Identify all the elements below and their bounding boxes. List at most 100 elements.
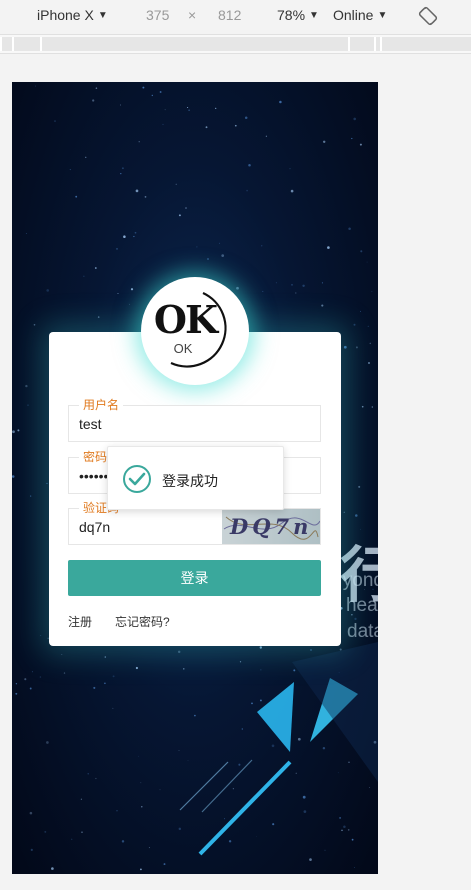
star [116,810,118,812]
star [265,135,268,137]
star [367,325,369,328]
success-toast: 登录成功 [107,446,284,510]
star [351,137,353,140]
star [140,868,142,871]
star [238,763,241,766]
star [69,169,71,171]
password-input[interactable]: •••••• [79,468,108,484]
star [339,816,342,819]
star [309,858,312,861]
star [30,848,33,851]
star [104,682,106,685]
star [366,261,368,263]
star [178,749,180,751]
star [260,245,263,247]
star [177,650,181,654]
username-input[interactable]: test [79,416,102,432]
star [93,686,96,689]
star [275,282,277,284]
star [221,254,225,257]
star [162,123,164,125]
star [178,827,182,831]
star [327,246,330,249]
star [295,292,297,294]
star [262,290,264,292]
star [347,829,350,831]
star [63,672,66,674]
background-text-1: yond [342,570,378,591]
star [246,189,248,192]
star [83,275,85,277]
star [39,676,42,678]
star [343,825,346,828]
star [295,772,297,774]
star [29,811,33,815]
star [354,867,355,868]
star [353,323,356,326]
star [46,482,48,484]
star [29,687,32,690]
network-select[interactable]: Online ▼ [333,7,387,23]
star [119,104,122,106]
star [120,172,122,175]
star [75,195,78,198]
device-select[interactable]: iPhone X ▼ [37,7,108,23]
register-link[interactable]: 注册 [68,613,92,630]
forgot-password-link[interactable]: 忘记密码? [115,613,170,630]
star [34,85,37,87]
star [54,120,56,122]
username-field[interactable]: 用户名 test [68,398,321,442]
star [188,109,190,111]
star [354,617,357,621]
devtools-toolbar: iPhone X ▼ 375 × 812 78% ▼ Online ▼ [0,0,471,32]
star [30,495,32,497]
star [46,289,50,292]
star [224,818,226,820]
star [112,707,114,709]
rotate-icon[interactable] [418,6,438,26]
star [95,777,97,780]
star [239,661,242,663]
captcha-input[interactable]: dq7n [79,519,110,535]
star [15,692,18,695]
star [321,282,323,284]
star [289,168,291,170]
width-input[interactable]: 375 [146,7,169,23]
star [97,316,100,318]
star [194,714,196,717]
captcha-field[interactable]: 验证码 dq7n DQ7n [68,501,321,545]
star [255,836,257,837]
star [141,806,143,808]
star [133,235,135,238]
login-button[interactable]: 登录 [68,560,321,596]
media-query-ruler[interactable] [0,34,471,54]
star [244,116,248,119]
star [293,669,296,672]
star [87,773,89,775]
star [27,404,29,406]
chevron-down-icon: ▼ [377,9,388,21]
height-input[interactable]: 812 [218,7,241,23]
star [94,267,97,269]
times-separator: × [188,7,197,23]
star [85,156,87,158]
star [205,126,208,129]
star [339,648,342,651]
star [302,284,305,288]
star [348,761,350,764]
star [321,304,324,307]
captcha-image[interactable]: DQ7n [222,509,320,544]
star [25,233,27,234]
star [44,830,47,833]
check-circle-icon [123,465,151,493]
star [163,863,166,866]
zoom-value: 78% [277,7,306,23]
zoom-select[interactable]: 78% ▼ [277,7,319,23]
captcha-image-text: DQ7n [230,514,313,539]
star [337,772,339,774]
background-text-3: data [347,621,378,642]
star [369,787,371,788]
star [360,250,363,253]
star [142,86,145,89]
star [196,246,198,248]
